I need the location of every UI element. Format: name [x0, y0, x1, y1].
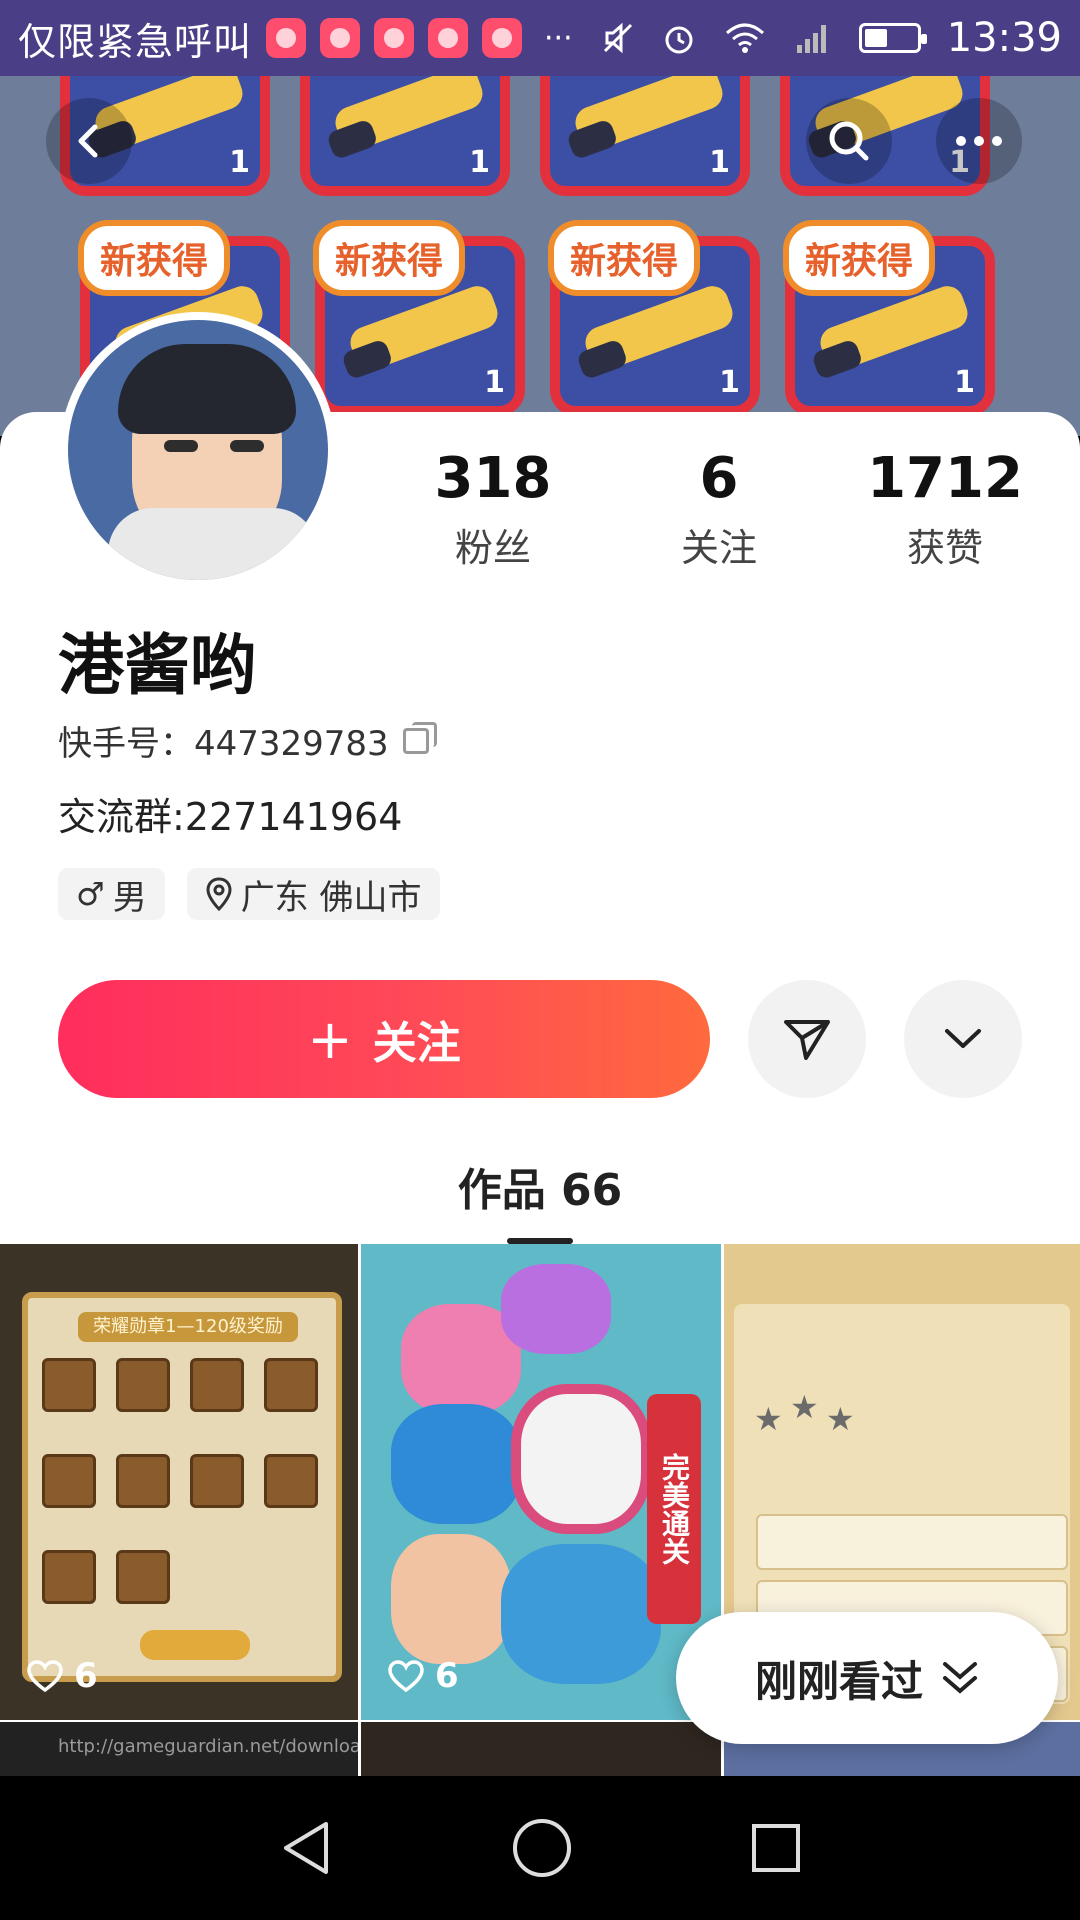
avatar[interactable]: [60, 312, 336, 588]
app-notification-icon: [374, 18, 415, 58]
heart-icon: [388, 1660, 424, 1693]
app-notification-icon: [482, 18, 523, 58]
location-chip: 广东 佛山市: [186, 868, 440, 920]
status-notification-text: 仅限紧急呼叫: [18, 19, 253, 64]
signal-icon: [796, 25, 826, 53]
chevron-down-icon: [945, 1029, 981, 1048]
app-notification-icon: [266, 18, 307, 58]
double-chevron-down-icon: [943, 1662, 977, 1694]
work-thumbnail[interactable]: http://gameguardian.net/download: [0, 1722, 358, 1776]
wifi-icon: [725, 23, 764, 53]
like-count: 6: [387, 1656, 459, 1696]
profile-stats: 318 粉丝 6 关注 1712 获赞: [380, 446, 1060, 572]
stat-following[interactable]: 6 关注: [606, 446, 832, 572]
follow-button[interactable]: + 关注: [58, 980, 710, 1098]
banner-tile: 新获得1: [783, 220, 995, 416]
group-info: 交流群:227141964: [58, 795, 403, 839]
nav-home-icon[interactable]: [511, 1817, 573, 1879]
alarm-icon: [665, 26, 693, 54]
back-button[interactable]: [46, 98, 132, 184]
expand-button[interactable]: [904, 980, 1022, 1098]
app-notification-icon: [428, 18, 469, 58]
male-icon: ♂: [76, 875, 105, 913]
gender-chip: ♂ 男: [58, 868, 165, 920]
banner-tile: 1: [300, 76, 510, 196]
like-count: 6: [26, 1656, 98, 1696]
stat-followers[interactable]: 318 粉丝: [380, 446, 606, 572]
banner-tile: 新获得1: [313, 220, 525, 416]
nickname: 港酱哟: [58, 627, 256, 704]
profile-tags: ♂ 男 广东 佛山市: [58, 868, 440, 920]
mute-icon: [603, 22, 632, 54]
more-notifications-indicator: ···: [544, 20, 573, 56]
nav-back-icon[interactable]: [278, 1818, 334, 1878]
work-thumbnail[interactable]: [361, 1722, 721, 1776]
clock: 13:39: [946, 15, 1062, 61]
kuaishou-id-row: 快手号：447329783: [58, 716, 437, 765]
banner-tile: 新获得1: [548, 220, 760, 416]
status-bar: 仅限紧急呼叫 ··· 13:39: [0, 0, 1080, 76]
search-icon: [829, 121, 869, 161]
location-pin-icon: [206, 877, 232, 911]
follow-label: 关注: [372, 1018, 461, 1069]
plus-icon: +: [307, 1007, 353, 1071]
battery-icon: [858, 23, 927, 53]
app-notification-icon: [320, 18, 361, 58]
stat-likes[interactable]: 1712 获赞: [832, 446, 1058, 572]
tab-works[interactable]: 作品 66: [0, 1154, 1080, 1244]
more-dots-icon: [956, 136, 1002, 146]
banner-tile: 1: [540, 76, 750, 196]
completion-badge: 完美通关: [647, 1394, 701, 1624]
heart-icon: [27, 1660, 63, 1693]
more-button[interactable]: [936, 98, 1022, 184]
work-thumbnail[interactable]: 完美通关 6: [361, 1244, 721, 1720]
back-arrow-icon: [78, 124, 98, 158]
system-nav-bar: [0, 1776, 1080, 1920]
work-thumbnail[interactable]: 荣耀勋章1—120级奖励 6: [0, 1244, 358, 1720]
send-icon: [784, 1020, 830, 1060]
recently-viewed-button[interactable]: 刚刚看过: [676, 1612, 1058, 1744]
message-button[interactable]: [748, 980, 866, 1098]
copy-icon[interactable]: [402, 721, 437, 754]
kuaishou-id: 快手号：447329783: [58, 724, 389, 764]
search-button[interactable]: [806, 98, 892, 184]
nav-recents-icon[interactable]: [750, 1822, 802, 1874]
